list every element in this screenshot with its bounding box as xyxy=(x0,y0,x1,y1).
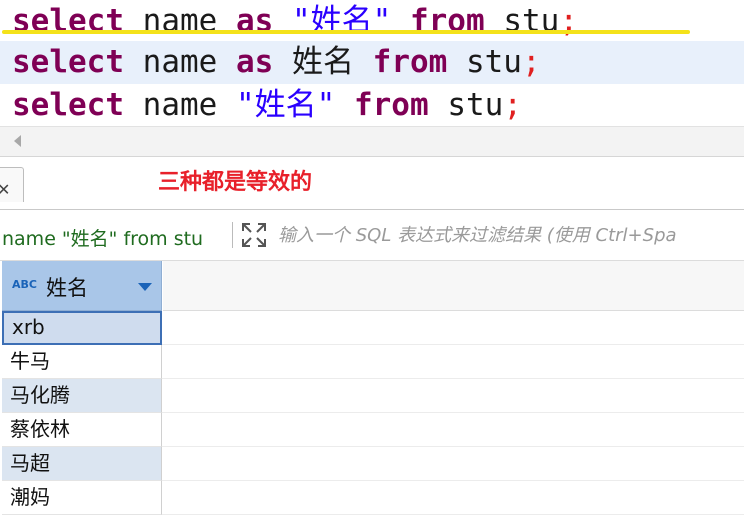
table-cell[interactable]: 蔡依林 xyxy=(2,413,162,447)
row-empty-area xyxy=(162,311,744,345)
query-text-label: name "姓名" from stu xyxy=(2,228,204,250)
code-line-2[interactable]: select name as 姓名 from stu; xyxy=(0,41,744,84)
semicolon: ; xyxy=(521,44,541,80)
separator xyxy=(232,222,233,248)
table-row[interactable]: 马超 xyxy=(2,447,744,481)
table-cell[interactable]: xrb xyxy=(2,311,162,345)
keyword-select: select xyxy=(12,87,124,123)
row-empty-area xyxy=(162,379,744,413)
string-alias: "姓名" xyxy=(235,87,336,123)
code-line-1[interactable]: select name as "姓名" from stu; xyxy=(0,0,744,43)
table-row[interactable]: 马化腾 xyxy=(2,379,744,413)
filter-input[interactable] xyxy=(278,222,744,248)
keyword-select: select xyxy=(12,44,124,80)
table-row[interactable]: 牛马 xyxy=(2,345,744,379)
horizontal-scrollbar[interactable] xyxy=(0,126,744,157)
sql-editor[interactable]: select name as "姓名" from stu; select nam… xyxy=(0,0,744,126)
semicolon: ; xyxy=(503,87,522,123)
code-line-3[interactable]: select name "姓名" from stu; xyxy=(0,84,744,127)
row-empty-area xyxy=(162,481,744,515)
result-grid: ABC 姓名 xrb 牛马 马化腾 蔡依林 马超 潮妈 xyxy=(0,261,744,526)
identifier-table: stu xyxy=(447,87,504,123)
sort-dropdown-icon[interactable] xyxy=(138,283,152,291)
result-tab[interactable]: ✕ xyxy=(0,167,24,202)
identifier-table: stu xyxy=(465,44,522,80)
table-cell[interactable]: 马超 xyxy=(2,447,162,481)
identifier-name: name xyxy=(142,44,218,80)
header-empty-area xyxy=(163,261,744,311)
table-cell[interactable]: 潮妈 xyxy=(2,481,162,515)
close-icon[interactable]: ✕ xyxy=(0,182,10,198)
table-row[interactable]: 潮妈 xyxy=(2,481,744,515)
table-row[interactable]: xrb xyxy=(2,311,744,345)
scroll-left-arrow-icon[interactable] xyxy=(14,135,21,147)
text-type-icon: ABC xyxy=(12,278,37,291)
table-row[interactable]: 蔡依林 xyxy=(2,413,744,447)
table-cell[interactable]: 马化腾 xyxy=(2,379,162,413)
row-empty-area xyxy=(162,345,744,379)
highlight-underline xyxy=(2,30,690,34)
keyword-from: from xyxy=(353,87,429,123)
filter-bar: name "姓名" from stu xyxy=(0,210,744,261)
identifier-name: name xyxy=(142,87,218,123)
table-cell[interactable]: 牛马 xyxy=(2,345,162,379)
annotation-text: 三种都是等效的 xyxy=(158,170,313,195)
row-empty-area xyxy=(162,447,744,481)
row-empty-area xyxy=(162,413,744,447)
results-tab-strip: ✕ xyxy=(0,156,744,210)
keyword-from: from xyxy=(372,44,448,80)
keyword-as: as xyxy=(235,44,274,80)
column-header-name[interactable]: ABC 姓名 xyxy=(2,261,162,311)
identifier-alias: 姓名 xyxy=(291,44,354,80)
column-title: 姓名 xyxy=(46,276,88,300)
expand-icon[interactable] xyxy=(240,221,268,249)
